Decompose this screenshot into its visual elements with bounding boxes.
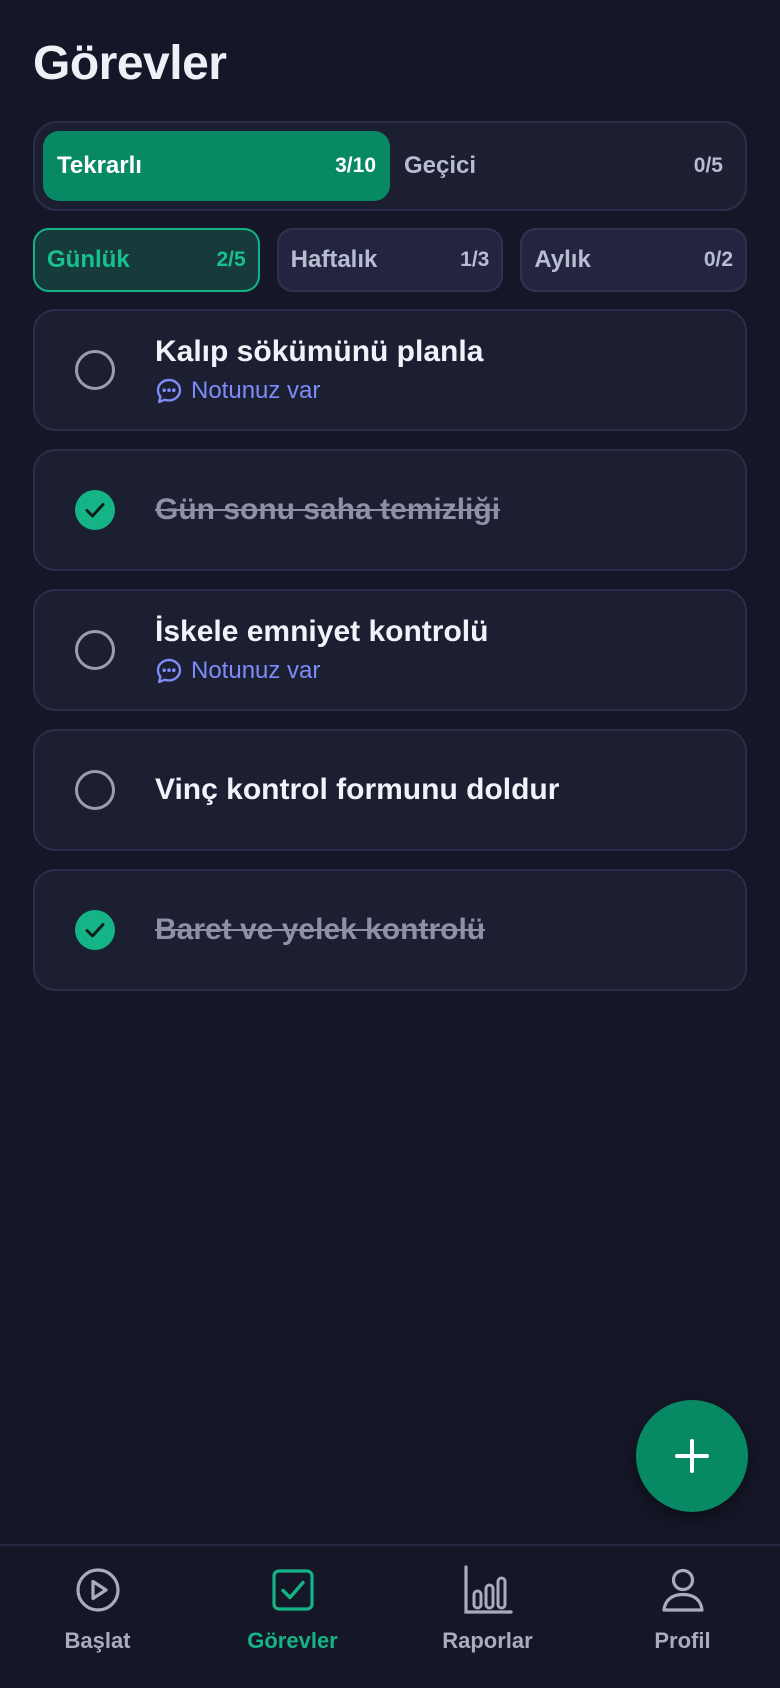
user-icon xyxy=(661,1568,704,1612)
tab-label: Günlük xyxy=(47,246,130,273)
nav-label: Başlat xyxy=(64,1628,131,1653)
nav-item-gorevler[interactable]: Görevler xyxy=(195,1546,390,1688)
task-checkbox[interactable] xyxy=(75,350,115,390)
chat-bubble-icon xyxy=(156,378,182,404)
bar-chart-icon xyxy=(463,1565,513,1614)
segment-count: 0/5 xyxy=(693,154,723,177)
task-title: Gün sonu saha temizliği xyxy=(155,493,501,526)
bottom-nav: Başlat Görevler Raporlar Profil xyxy=(0,1544,780,1688)
chat-bubble-icon xyxy=(156,658,182,684)
segment-label: Tekrarlı xyxy=(57,152,142,179)
tab-aylik[interactable]: Aylık 0/2 xyxy=(520,228,748,292)
period-tabs: Günlük 2/5 Haftalık 1/3 Aylık 0/2 xyxy=(33,228,748,292)
nav-label: Profil xyxy=(654,1628,711,1653)
task-type-segment: Tekrarlı 3/10 Geçici 0/5 xyxy=(33,121,747,211)
segment-gecici[interactable]: Geçici 0/5 xyxy=(390,131,737,201)
task-title: Kalıp sökümünü planla xyxy=(155,335,484,368)
task-card[interactable]: Vinç kontrol formunu doldur xyxy=(33,729,747,851)
note-indicator[interactable]: Notunuz var xyxy=(155,377,483,405)
checkmark-icon xyxy=(85,503,105,518)
tab-haftalik[interactable]: Haftalık 1/3 xyxy=(276,228,504,292)
nav-item-profil[interactable]: Profil xyxy=(585,1546,780,1688)
task-content: Gün sonu saha temizliği xyxy=(155,493,500,527)
checkbox-icon xyxy=(271,1569,314,1611)
task-checkbox[interactable] xyxy=(75,910,115,950)
nav-label: Raporlar xyxy=(442,1628,533,1653)
task-title: İskele emniyet kontrolü xyxy=(155,615,489,648)
nav-item-baslat[interactable]: Başlat xyxy=(0,1546,195,1688)
task-content: İskele emniyet kontrolü Notunuz var xyxy=(155,615,488,685)
task-checkbox[interactable] xyxy=(75,630,115,670)
tab-count: 1/3 xyxy=(460,248,490,271)
nav-label: Görevler xyxy=(247,1628,338,1653)
task-list: Kalıp sökümünü planla Notunuz var Gün so… xyxy=(33,309,747,1009)
segment-count: 3/10 xyxy=(335,154,376,177)
play-circle-icon xyxy=(75,1568,120,1612)
task-card[interactable]: Kalıp sökümünü planla Notunuz var xyxy=(33,309,747,431)
nav-item-raporlar[interactable]: Raporlar xyxy=(390,1546,585,1688)
task-checkbox[interactable] xyxy=(75,490,115,530)
note-text: Notunuz var xyxy=(191,657,321,684)
task-checkbox[interactable] xyxy=(75,770,115,810)
page-title: Görevler xyxy=(33,37,227,90)
task-card[interactable]: Gün sonu saha temizliği xyxy=(33,449,747,571)
task-card[interactable]: Baret ve yelek kontrolü xyxy=(33,869,747,991)
segment-label: Geçici xyxy=(404,152,477,179)
task-content: Kalıp sökümünü planla Notunuz var xyxy=(155,335,483,405)
task-content: Vinç kontrol formunu doldur xyxy=(155,773,559,807)
tab-count: 2/5 xyxy=(216,248,246,271)
tab-label: Haftalık xyxy=(290,246,378,273)
tab-label: Aylık xyxy=(534,246,591,273)
task-card[interactable]: İskele emniyet kontrolü Notunuz var xyxy=(33,589,747,711)
checkmark-icon xyxy=(85,923,105,938)
segment-tekrarli[interactable]: Tekrarlı 3/10 xyxy=(43,131,390,201)
task-content: Baret ve yelek kontrolü xyxy=(155,913,485,947)
task-title: Vinç kontrol formunu doldur xyxy=(155,773,560,806)
plus-icon xyxy=(675,1439,709,1473)
note-indicator[interactable]: Notunuz var xyxy=(155,657,488,685)
task-title: Baret ve yelek kontrolü xyxy=(155,913,486,946)
tab-count: 0/2 xyxy=(703,248,734,271)
tab-gunluk[interactable]: Günlük 2/5 xyxy=(33,228,260,292)
note-text: Notunuz var xyxy=(191,377,321,404)
add-task-button[interactable] xyxy=(636,1400,748,1512)
